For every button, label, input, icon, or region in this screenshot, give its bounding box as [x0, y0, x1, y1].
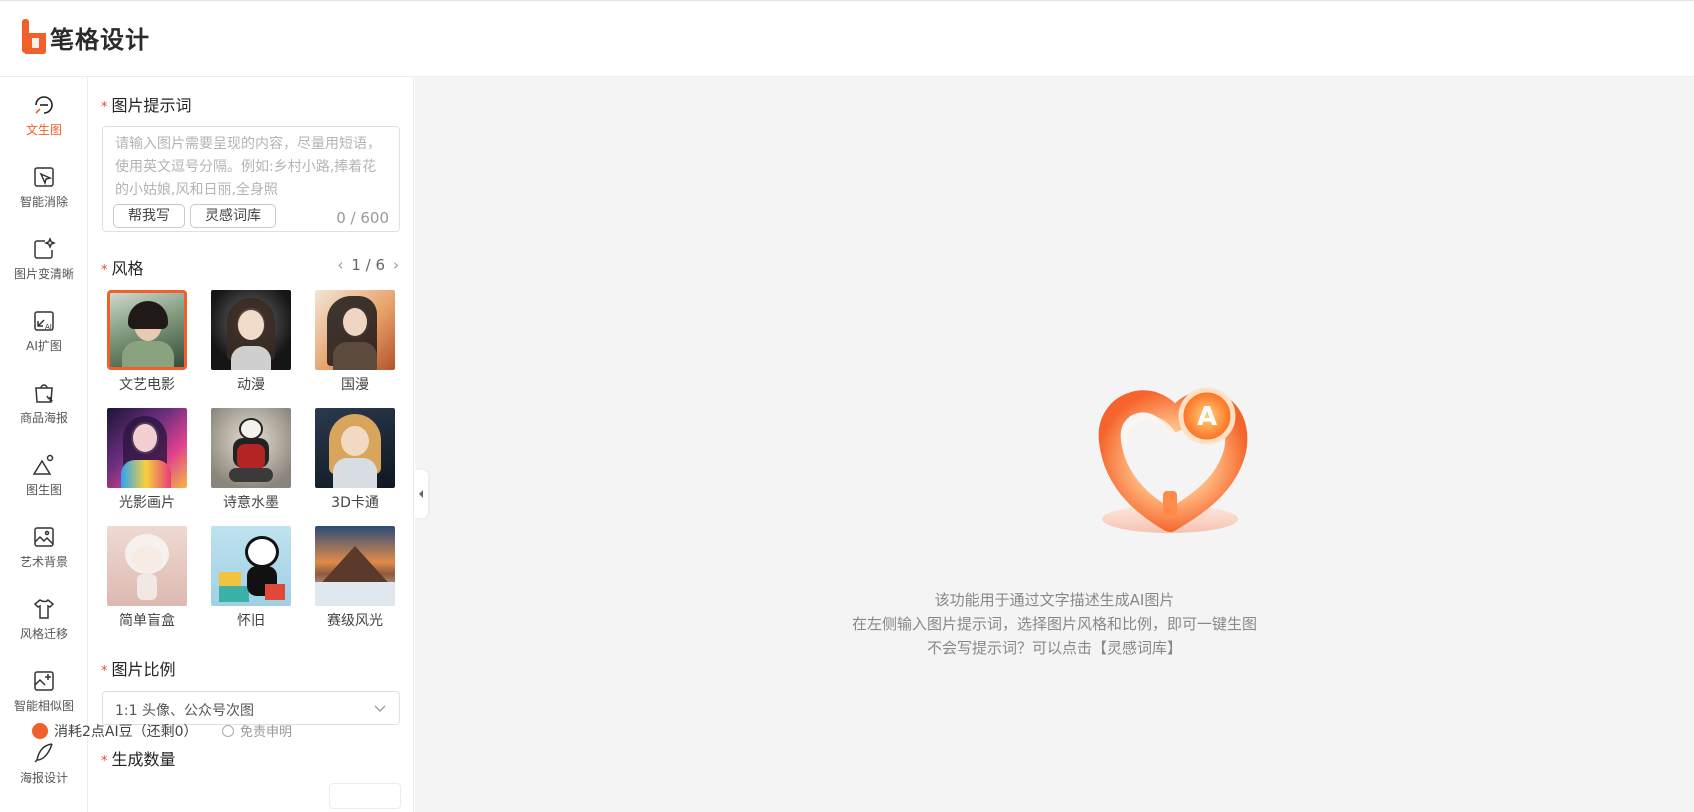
- nav-item-style-transfer[interactable]: 风格迁移: [0, 587, 88, 659]
- style-thumbnail: [211, 290, 291, 370]
- brand-logo[interactable]: 笔格设计: [22, 19, 150, 55]
- nav-item-ai-expand[interactable]: AI AI扩图: [0, 299, 88, 371]
- style-option-nostalgic[interactable]: 怀旧: [210, 526, 292, 630]
- enhance-icon: [34, 237, 56, 259]
- nav-label: 图片变清晰: [13, 267, 74, 281]
- nav-label: 智能相似图: [13, 699, 74, 713]
- ai-hero-illustration: A: [1075, 361, 1265, 551]
- style-thumbnail: [107, 408, 187, 488]
- svg-text:AI: AI: [45, 323, 52, 331]
- smart-erase-icon: [34, 167, 54, 187]
- style-thumbnail: [107, 290, 187, 370]
- style-label: 怀旧: [237, 613, 265, 629]
- style-thumbnail: [211, 526, 291, 606]
- brand-logo-mark: [22, 19, 48, 55]
- style-label: 赛级风光: [327, 613, 383, 629]
- feature-description: 该功能用于通过文字描述生成AI图片 在左侧输入图片提示词，选择图片风格和比例，即…: [415, 588, 1694, 660]
- nav-label: 艺术背景: [19, 555, 68, 569]
- style-label: 简单盲盒: [119, 613, 175, 629]
- ratio-title: * 图片比例: [101, 660, 176, 679]
- disclaimer-link[interactable]: 免责申明: [222, 721, 292, 740]
- nav-label: 海报设计: [19, 771, 68, 785]
- style-label: 动漫: [237, 377, 265, 393]
- svg-text:A: A: [1197, 402, 1217, 432]
- style-label: 光影画片: [119, 495, 175, 511]
- nav-item-art-background[interactable]: 艺术背景: [0, 515, 88, 587]
- nav-label: 图生图: [25, 483, 62, 497]
- style-option-anime[interactable]: 动漫: [210, 290, 292, 394]
- ai-expand-icon: AI: [34, 311, 54, 331]
- description-line: 该功能用于通过文字描述生成AI图片: [934, 591, 1175, 609]
- nav-label: 商品海报: [19, 411, 68, 425]
- settings-panel: * 图片提示词 请输入图片需要呈现的内容，尽量用短语，使用英文逗号分隔。例如:乡村…: [89, 77, 414, 812]
- style-thumbnail: [211, 408, 291, 488]
- style-option-landscape[interactable]: 赛级风光: [314, 526, 396, 630]
- nav-item-smart-erase[interactable]: 智能消除: [0, 155, 88, 227]
- ratio-select[interactable]: 1:1 头像、公众号次图: [102, 691, 400, 725]
- art-background-icon: [34, 527, 54, 547]
- info-icon: [222, 724, 234, 737]
- caret-left-icon: [419, 490, 423, 498]
- nav-item-text-to-image[interactable]: 文生图: [0, 83, 88, 155]
- next-page-button[interactable]: ›: [393, 256, 399, 274]
- style-thumbnail: [315, 408, 395, 488]
- nav-label: 文生图: [25, 123, 62, 137]
- prompt-title: * 图片提示词: [101, 96, 192, 115]
- style-label: 3D卡通: [331, 495, 379, 511]
- style-transfer-icon: [33, 598, 55, 619]
- quantity-stepper[interactable]: [329, 783, 401, 809]
- style-option-blind-box[interactable]: 简单盲盒: [106, 526, 188, 630]
- nav-item-image-to-image[interactable]: 图生图: [0, 443, 88, 515]
- ai-bean-cost: 消耗2点AI豆（还剩0）: [32, 721, 198, 741]
- product-poster-icon: [35, 384, 53, 403]
- style-label: 诗意水墨: [223, 495, 279, 511]
- style-label: 国漫: [341, 377, 369, 393]
- collapse-panel-button[interactable]: [414, 470, 428, 518]
- image-to-image-icon: [32, 454, 54, 475]
- style-thumbnail: [315, 526, 395, 606]
- ai-bean-icon: [32, 723, 48, 739]
- style-option-guoman[interactable]: 国漫: [314, 290, 396, 394]
- style-option-ink-wash[interactable]: 诗意水墨: [210, 408, 292, 512]
- nav-label: 风格迁移: [19, 627, 68, 641]
- help-write-button[interactable]: 帮我写: [113, 204, 185, 228]
- style-option-light-shadow[interactable]: 光影画片: [106, 408, 188, 512]
- chevron-down-icon: [374, 705, 386, 712]
- prev-page-button[interactable]: ‹: [337, 256, 343, 274]
- description-line: 不会写提示词？可以点击【灵感词库】: [926, 639, 1182, 657]
- required-mark: *: [101, 100, 108, 115]
- top-bar: 笔格设计: [0, 0, 1694, 77]
- char-counter: 0 / 600: [336, 209, 389, 227]
- ratio-value: 1:1 头像、公众号次图: [115, 703, 254, 719]
- nav-item-poster-design[interactable]: 海报设计: [0, 731, 88, 803]
- style-pager: ‹ 1 / 6 ›: [337, 256, 399, 274]
- prompt-textarea[interactable]: 请输入图片需要呈现的内容，尽量用短语，使用英文逗号分隔。例如:乡村小路,捧着花的…: [102, 126, 400, 232]
- text-to-image-icon: [35, 96, 53, 114]
- inspiration-library-button[interactable]: 灵感词库: [190, 204, 276, 228]
- style-thumbnail: [315, 290, 395, 370]
- poster-design-icon: [34, 743, 53, 763]
- left-nav: 文生图 智能消除 图片变清晰 AI AI扩图 商品海报 图生图 艺术背景 风格迁…: [0, 77, 88, 812]
- style-thumbnail: [107, 526, 187, 606]
- description-line: 在左侧输入图片提示词，选择图片风格和比例，即可一键生图: [851, 615, 1257, 633]
- style-title: * 风格: [101, 259, 144, 278]
- brand-name: 笔格设计: [50, 25, 150, 54]
- similar-image-icon: [34, 671, 54, 691]
- quantity-title: * 生成数量: [101, 750, 176, 769]
- nav-item-enhance[interactable]: 图片变清晰: [0, 227, 88, 299]
- prompt-placeholder: 请输入图片需要呈现的内容，尽量用短语，使用英文逗号分隔。例如:乡村小路,捧着花的…: [115, 136, 381, 198]
- page-indicator: 1 / 6: [351, 256, 385, 274]
- nav-label: 智能消除: [19, 195, 68, 209]
- nav-item-product-poster[interactable]: 商品海报: [0, 371, 88, 443]
- style-option-3d-cartoon[interactable]: 3D卡通: [314, 408, 396, 512]
- style-option-literary-film[interactable]: 文艺电影: [106, 290, 188, 394]
- style-label: 文艺电影: [119, 377, 175, 393]
- nav-label: AI扩图: [26, 339, 62, 353]
- preview-canvas: A 该功能用于通过文字描述生成AI图片 在左侧输入图片提示词，选择图片风格和比例…: [415, 77, 1694, 812]
